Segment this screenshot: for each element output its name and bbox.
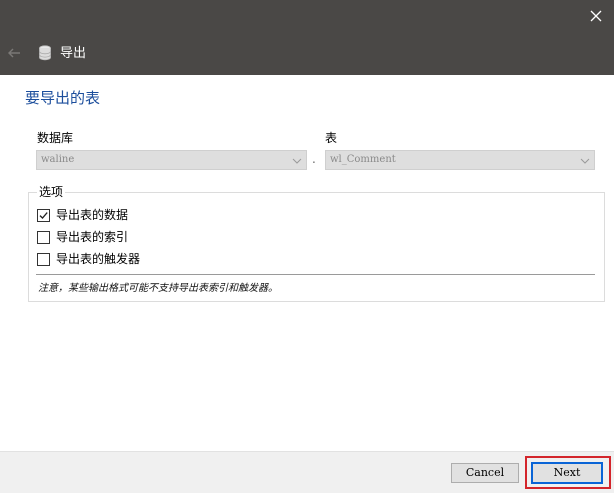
wizard-title: 导出: [60, 46, 87, 61]
chevron-down-icon: [292, 155, 302, 165]
table-select[interactable]: wl_Comment: [325, 150, 595, 170]
back-arrow-icon[interactable]: [6, 45, 22, 61]
database-label: 数据库: [37, 131, 74, 145]
cancel-button[interactable]: Cancel: [451, 463, 519, 483]
options-title: 选项: [37, 185, 66, 199]
table-select-value: wl_Comment: [330, 154, 396, 165]
database-select[interactable]: waline: [36, 150, 307, 170]
next-button[interactable]: Next: [531, 462, 603, 484]
table-label: 表: [325, 131, 338, 145]
options-divider: [36, 274, 595, 275]
page-heading: 要导出的表: [25, 89, 101, 107]
export-data-checkbox[interactable]: [37, 208, 50, 222]
close-icon[interactable]: [586, 6, 606, 26]
wizard-titlebar: 导出: [0, 0, 614, 75]
format-note: 注意，某些输出格式可能不支持导出表索引和触发器。: [38, 283, 278, 294]
export-triggers-label: 导出表的触发器: [56, 252, 141, 266]
export-data-label: 导出表的数据: [56, 208, 129, 222]
export-indexes-label: 导出表的索引: [56, 230, 129, 244]
export-indexes-checkbox[interactable]: [37, 230, 50, 244]
export-triggers-checkbox[interactable]: [37, 252, 50, 266]
export-triggers-option[interactable]: 导出表的触发器: [37, 251, 140, 267]
wizard-footer: [0, 451, 614, 493]
schema-separator: .: [312, 152, 316, 166]
database-icon: [38, 45, 52, 61]
export-data-option[interactable]: 导出表的数据: [37, 207, 128, 223]
chevron-down-icon: [580, 155, 590, 165]
export-indexes-option[interactable]: 导出表的索引: [37, 229, 128, 245]
database-select-value: waline: [41, 154, 75, 165]
